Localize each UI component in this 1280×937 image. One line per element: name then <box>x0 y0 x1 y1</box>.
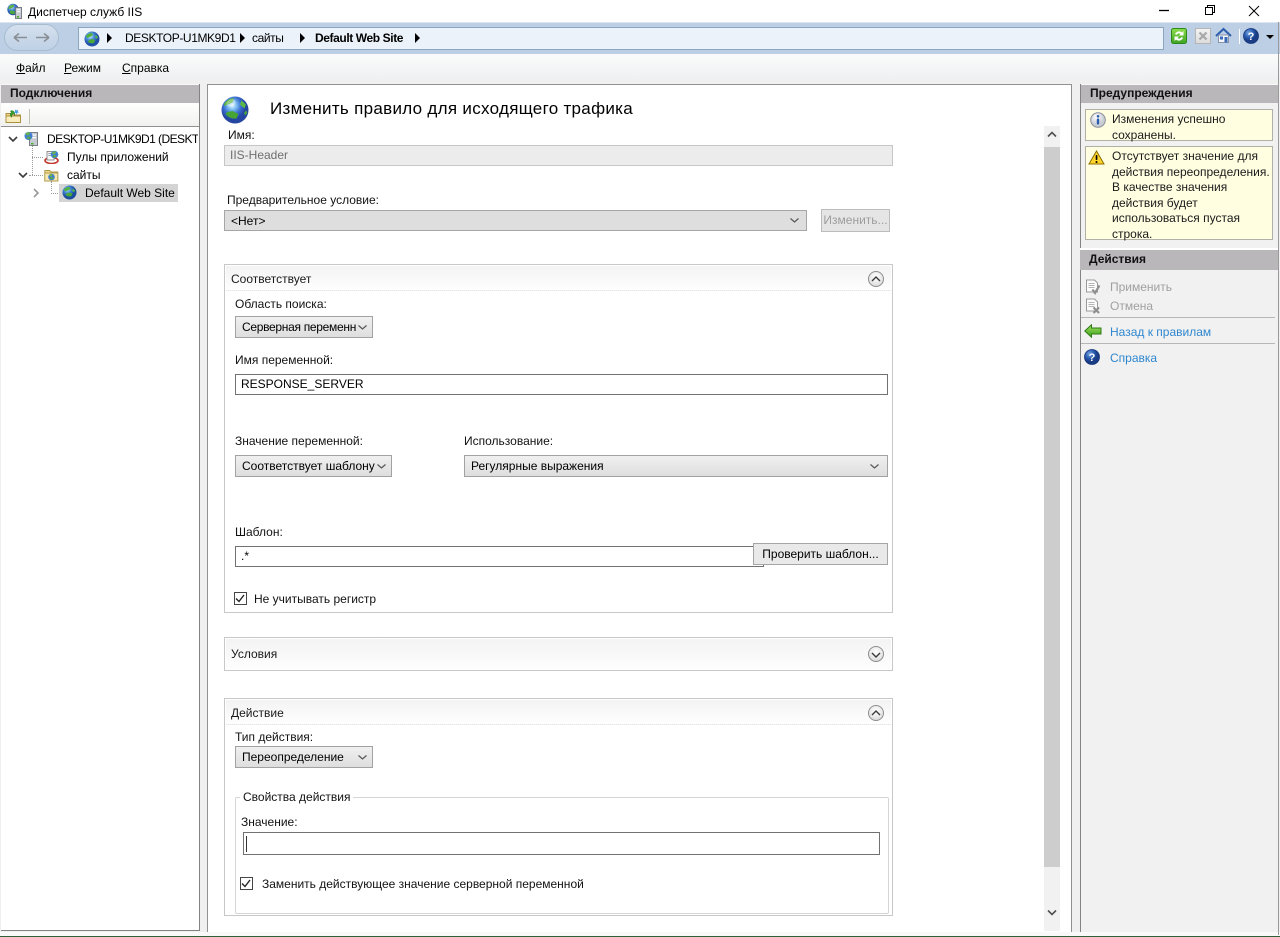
svg-text:?: ? <box>1248 31 1255 43</box>
svg-text:?: ? <box>1089 352 1096 364</box>
